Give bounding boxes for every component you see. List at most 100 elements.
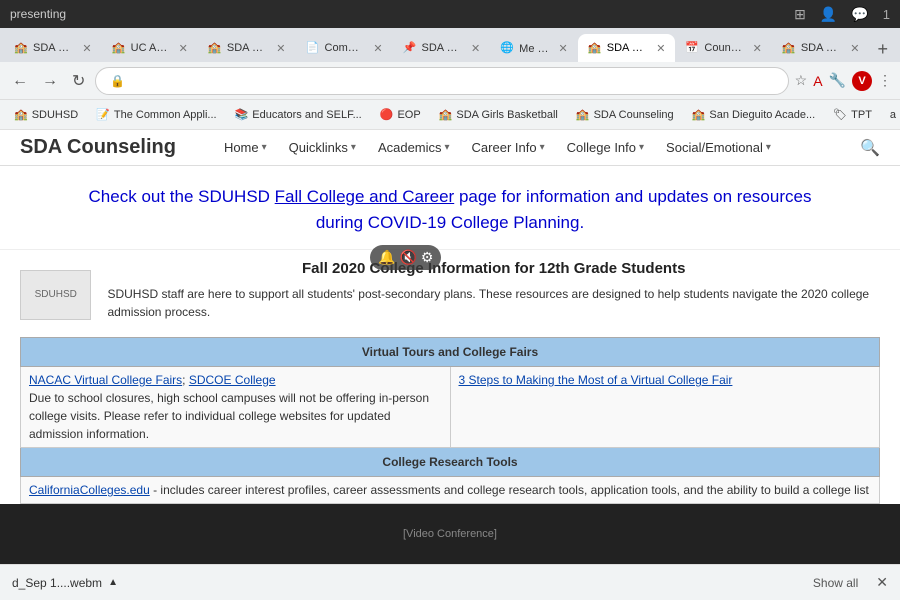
- bell-icon[interactable]: 🔔: [378, 249, 395, 266]
- video-placeholder: [Video Conference]: [403, 528, 497, 540]
- tab-close-6[interactable]: ✕: [656, 42, 665, 55]
- tab-favicon-3: 📄: [306, 41, 320, 55]
- search-icon[interactable]: 🔍: [860, 138, 880, 158]
- tab-8[interactable]: 🏫 SDA C... ✕: [772, 34, 870, 62]
- bookmark-label-4: SDA Girls Basketball: [456, 109, 557, 121]
- nav-social-emotional[interactable]: Social/Emotional ▾: [658, 136, 779, 159]
- bookmark-counseling[interactable]: 🏫 SDA Counseling: [570, 106, 680, 123]
- nav-social-emotional-chevron: ▾: [766, 142, 771, 153]
- hero-text-1: Check out the SDUHSD: [89, 187, 275, 206]
- tab-7[interactable]: 📅 Couns... ✕: [675, 34, 771, 62]
- forward-button[interactable]: →: [38, 68, 62, 94]
- url-bar[interactable]: 🔒 sites.google.com/a/sduhsd.net/sdhsa-co…: [95, 67, 788, 95]
- settings-icon[interactable]: ⚙: [421, 249, 434, 266]
- tab-close-5[interactable]: ✕: [559, 42, 568, 55]
- nacac-cell: NACAC Virtual College Fairs; SDCOE Colle…: [21, 367, 451, 448]
- video-bar: [Video Conference]: [0, 504, 900, 564]
- bookmark-eop[interactable]: 🔴 EOP: [374, 106, 427, 123]
- three-steps-cell: 3 Steps to Making the Most of a Virtual …: [450, 367, 880, 448]
- bookmark-label-8: a: [890, 109, 896, 121]
- bookmark-san-dieguito[interactable]: 🏫 San Dieguito Acade...: [686, 106, 822, 123]
- nav-career-info[interactable]: Career Info ▾: [464, 136, 553, 159]
- show-all-button[interactable]: Show all: [813, 576, 858, 590]
- nav-quicklinks-chevron: ▾: [351, 142, 356, 153]
- bookmark-icon-3: 🔴: [380, 108, 394, 121]
- bookmark-icon-4: 🏫: [439, 108, 453, 121]
- tab-4[interactable]: 📌 SDA C... ✕: [393, 34, 491, 62]
- url-input[interactable]: sites.google.com/a/sduhsd.net/sdhsa-coun…: [131, 74, 773, 88]
- tab-close-8[interactable]: ✕: [850, 42, 859, 55]
- nav-quicklinks[interactable]: Quicklinks ▾: [281, 136, 364, 159]
- nav-career-info-label: Career Info: [472, 140, 537, 155]
- profile-circle[interactable]: V: [852, 71, 872, 91]
- star-icon[interactable]: ☆: [795, 72, 808, 89]
- back-button[interactable]: ←: [8, 68, 32, 94]
- tab-3[interactable]: 📄 Comm... ✕: [296, 34, 393, 62]
- reload-button[interactable]: ↻: [68, 67, 89, 95]
- bookmark-label-2: Educators and SELF...: [252, 109, 361, 121]
- nav-home[interactable]: Home ▾: [216, 136, 275, 159]
- bookmark-icon-0: 🏫: [14, 108, 28, 121]
- tab-1[interactable]: 🏫 UC AP... ✕: [102, 34, 198, 62]
- lock-icon: 🔒: [110, 74, 125, 88]
- ca-colleges-link[interactable]: CaliforniaColleges.edu: [29, 483, 150, 497]
- mic-mute-icon[interactable]: 🔇: [399, 249, 416, 266]
- close-download-bar-icon[interactable]: ✕: [876, 574, 888, 591]
- tab-label-6: SDA C...: [607, 42, 648, 54]
- sdcoe-link[interactable]: SDCOE College: [189, 373, 276, 387]
- three-steps-link[interactable]: 3 Steps to Making the Most of a Virtual …: [459, 373, 733, 387]
- logo-image: SDUHSD: [20, 270, 91, 320]
- hero-link[interactable]: Fall College and Career: [275, 187, 455, 206]
- nav-academics-label: Academics: [378, 140, 442, 155]
- tab-close-0[interactable]: ✕: [82, 42, 91, 55]
- bookmark-common-app[interactable]: 📝 The Common Appli...: [90, 106, 222, 123]
- tab-label-3: Comm...: [325, 42, 366, 54]
- address-bar: ← → ↻ 🔒 sites.google.com/a/sduhsd.net/sd…: [0, 62, 900, 100]
- bookmark-tpt[interactable]: 🏷 TPT: [827, 106, 878, 123]
- bookmark-sduhsd[interactable]: 🏫 SDUHSD: [8, 106, 84, 123]
- grid-icon[interactable]: ⊞: [794, 6, 806, 23]
- site-logo: SDA Counseling: [20, 136, 176, 159]
- bookmark-educators[interactable]: 📚 Educators and SELF...: [229, 106, 368, 123]
- tab-0[interactable]: 🏫 SDA C... ✕: [4, 34, 102, 62]
- tab-favicon-8: 🏫: [782, 41, 796, 55]
- tab-2[interactable]: 🏫 SDA C... ✕: [198, 34, 296, 62]
- new-tab-button[interactable]: +: [869, 39, 896, 60]
- nav-college-info[interactable]: College Info ▾: [559, 136, 652, 159]
- bookmark-icon-5: 🏫: [576, 108, 590, 121]
- bookmark-a[interactable]: a: [884, 107, 900, 123]
- tab-close-1[interactable]: ✕: [179, 42, 188, 55]
- nav-college-info-label: College Info: [567, 140, 636, 155]
- tab-label-7: Couns...: [704, 42, 744, 54]
- hero-text: Check out the SDUHSD Fall College and Ca…: [60, 184, 840, 235]
- download-chevron-icon[interactable]: ▲: [108, 577, 118, 588]
- nav-academics[interactable]: Academics ▾: [370, 136, 458, 159]
- sep: ;: [182, 373, 189, 387]
- nacac-link[interactable]: NACAC Virtual College Fairs: [29, 373, 182, 387]
- tab-close-2[interactable]: ✕: [276, 42, 285, 55]
- nav-social-emotional-label: Social/Emotional: [666, 140, 763, 155]
- section-header-research: College Research Tools: [21, 448, 880, 477]
- tab-bar: 🏫 SDA C... ✕ 🏫 UC AP... ✕ 🏫 SDA C... ✕ 📄…: [0, 28, 900, 62]
- tab-label-2: SDA C...: [227, 42, 268, 54]
- bookmark-icon-7: 🏷: [833, 108, 847, 121]
- nav-academics-chevron: ▾: [445, 142, 450, 153]
- tab-close-7[interactable]: ✕: [753, 42, 762, 55]
- profile-icon[interactable]: 👤: [820, 6, 837, 23]
- tab-favicon-2: 🏫: [208, 41, 222, 55]
- tab-5[interactable]: 🌐 Me 🎬 ✕: [490, 34, 578, 62]
- message-icon[interactable]: 💬: [851, 6, 868, 23]
- tab-favicon-7: 📅: [685, 41, 699, 55]
- hero-banner: Check out the SDUHSD Fall College and Ca…: [0, 166, 900, 250]
- menu-icon[interactable]: ⋮: [878, 72, 892, 89]
- acrobat-icon[interactable]: A: [813, 73, 822, 89]
- table-row-ca-colleges: CaliforniaColleges.edu - includes career…: [21, 477, 880, 504]
- download-bar: d_Sep 1....webm ▲ Show all ✕: [0, 564, 900, 600]
- page-header: SDA Counseling Home ▾ Quicklinks ▾ Acade…: [0, 130, 900, 166]
- tab-close-4[interactable]: ✕: [471, 42, 480, 55]
- bookmark-label-0: SDUHSD: [32, 109, 78, 121]
- ca-colleges-cell: CaliforniaColleges.edu - includes career…: [21, 477, 880, 504]
- tab-6[interactable]: 🏫 SDA C... ✕: [578, 34, 676, 62]
- bookmark-basketball[interactable]: 🏫 SDA Girls Basketball: [433, 106, 564, 123]
- tab-close-3[interactable]: ✕: [373, 42, 382, 55]
